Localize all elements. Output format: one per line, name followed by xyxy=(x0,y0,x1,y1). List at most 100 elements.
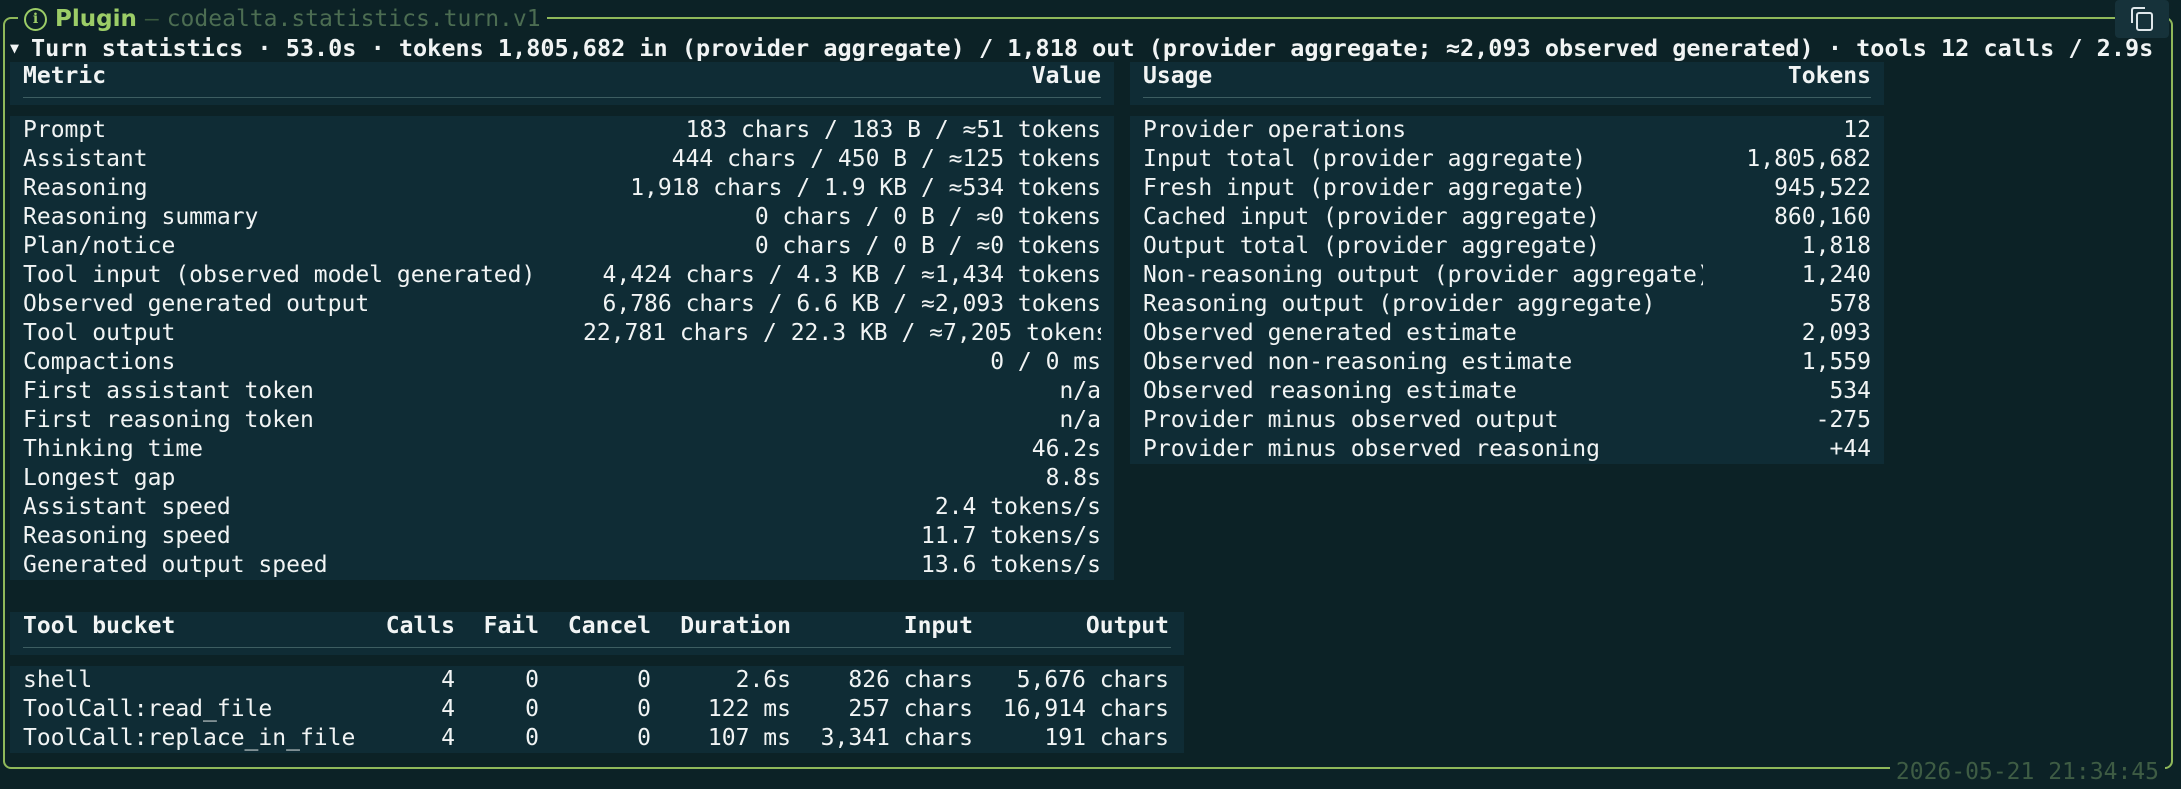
usage-name: Provider minus observed output xyxy=(1143,407,1559,433)
usage-name: Provider operations xyxy=(1143,117,1407,143)
metric-name: Reasoning speed xyxy=(23,523,231,549)
tool-bucket-name: ToolCall:replace_in_file xyxy=(23,725,356,751)
metrics-header-value: Value xyxy=(1031,63,1101,89)
tool-fail: 0 xyxy=(525,667,539,693)
tool-duration: 2.6s xyxy=(735,667,791,693)
usage-name: Non-reasoning output (provider aggregate… xyxy=(1143,262,1703,288)
table-row: Generated output speed 13.6 tokens/s xyxy=(10,551,1114,580)
usage-table: Usage Tokens Provider operations 12 Input … xyxy=(1130,62,1884,464)
table-row: ToolCall:read_file 4 0 0 122 ms 257 chars 16,9… xyxy=(10,695,1184,724)
usage-tokens: -275 xyxy=(1815,407,1871,433)
table-row: Assistant 444 chars / 450 B / ≈125 tokens xyxy=(10,145,1114,174)
plugin-label: Plugin xyxy=(55,6,137,32)
metric-name: Reasoning xyxy=(23,175,148,201)
metric-value: 22,781 chars / 22.3 KB / ≈7,205 tokens xyxy=(583,320,1101,346)
tool-output: 191 chars xyxy=(1044,725,1169,751)
turn-summary-toggle[interactable]: ▼ Turn statistics · 53.0s · tokens 1,805… xyxy=(10,33,2153,63)
tools-header-row: Tool bucket Calls Fail Cancel Duration I… xyxy=(10,612,1184,641)
metrics-header-metric: Metric xyxy=(23,63,107,89)
metric-value: 6,786 chars / 6.6 KB / ≈2,093 tokens xyxy=(602,291,1102,317)
table-row: shell 4 0 0 2.6s 826 chars 5,676 chars xyxy=(10,666,1184,695)
usage-tokens: 1,818 xyxy=(1801,233,1871,259)
metric-value: 13.6 tokens/s xyxy=(920,552,1101,578)
usage-name: Provider minus observed reasoning xyxy=(1143,436,1600,462)
table-row: Non-reasoning output (provider aggregate… xyxy=(1130,261,1884,290)
copy-icon xyxy=(2131,7,2153,31)
metric-name: Tool input (observed model generated) xyxy=(23,262,536,288)
tool-input: 257 chars xyxy=(848,696,973,722)
table-row: Tool input (observed model generated) 4,4… xyxy=(10,261,1114,290)
tools-header-output: Output xyxy=(1085,613,1169,639)
tool-bucket-table: Tool bucket Calls Fail Cancel Duration I… xyxy=(10,612,1184,753)
table-row: Reasoning speed 11.7 tokens/s xyxy=(10,522,1114,551)
metrics-body: Prompt 183 chars / 183 B / ≈51 tokens Assi… xyxy=(10,116,1114,580)
tools-header-bucket: Tool bucket xyxy=(23,613,176,639)
metric-value: n/a xyxy=(1059,378,1101,404)
metric-name: First assistant token xyxy=(23,378,314,404)
usage-body: Provider operations 12 Input total (provid… xyxy=(1130,116,1884,464)
table-row: Assistant speed 2.4 tokens/s xyxy=(10,493,1114,522)
usage-tokens: 534 xyxy=(1829,378,1871,404)
usage-tokens: +44 xyxy=(1829,436,1871,462)
tool-fail: 0 xyxy=(525,725,539,751)
metric-name: Tool output xyxy=(23,320,176,346)
usage-tokens: 2,093 xyxy=(1801,320,1871,346)
table-row: Cached input (provider aggregate) 860,160 xyxy=(1130,203,1884,232)
metric-value: 444 chars / 450 B / ≈125 tokens xyxy=(671,146,1101,172)
tools-header-calls: Calls xyxy=(385,613,455,639)
metric-value: 0 / 0 ms xyxy=(990,349,1101,375)
tool-cancel: 0 xyxy=(637,725,651,751)
metric-name: Assistant xyxy=(23,146,148,172)
usage-name: Output total (provider aggregate) xyxy=(1143,233,1600,259)
table-row: Provider minus observed reasoning +44 xyxy=(1130,435,1884,464)
metric-value: 4,424 chars / 4.3 KB / ≈1,434 tokens xyxy=(602,262,1102,288)
table-row: Longest gap 8.8s xyxy=(10,464,1114,493)
usage-name: Observed reasoning estimate xyxy=(1143,378,1517,404)
table-row: Reasoning summary 0 chars / 0 B / ≈0 toke… xyxy=(10,203,1114,232)
tool-output: 5,676 chars xyxy=(1016,667,1169,693)
tool-fail: 0 xyxy=(525,696,539,722)
metric-value: 0 chars / 0 B / ≈0 tokens xyxy=(754,233,1101,259)
tool-duration: 122 ms xyxy=(707,696,791,722)
metric-name: First reasoning token xyxy=(23,407,314,433)
metric-name: Thinking time xyxy=(23,436,204,462)
usage-header-tokens: Tokens xyxy=(1787,63,1871,89)
metric-name: Prompt xyxy=(23,117,107,143)
plugin-separator: — xyxy=(144,6,159,32)
usage-tokens: 12 xyxy=(1843,117,1871,143)
timestamp: 2026-05-21 21:34:45 xyxy=(1889,758,2165,786)
usage-tokens: 578 xyxy=(1829,291,1871,317)
usage-name: Observed non-reasoning estimate xyxy=(1143,349,1573,375)
plugin-id: codealta.statistics.turn.v1 xyxy=(166,6,541,32)
usage-name: Observed generated estimate xyxy=(1143,320,1517,346)
metric-value: 2.4 tokens/s xyxy=(934,494,1101,520)
turn-summary-text: Turn statistics · 53.0s · tokens 1,805,6… xyxy=(31,34,2154,62)
tools-body: shell 4 0 0 2.6s 826 chars 5,676 chars ToolCall… xyxy=(10,666,1184,753)
table-row: Tool output 22,781 chars / 22.3 KB / ≈7,2… xyxy=(10,319,1114,348)
tool-cancel: 0 xyxy=(637,667,651,693)
metric-name: Generated output speed xyxy=(23,552,328,578)
usage-name: Reasoning output (provider aggregate) xyxy=(1143,291,1656,317)
metric-value: 11.7 tokens/s xyxy=(920,523,1101,549)
table-row: Fresh input (provider aggregate) 945,522 xyxy=(1130,174,1884,203)
usage-name: Input total (provider aggregate) xyxy=(1143,146,1587,172)
metric-name: Assistant speed xyxy=(23,494,231,520)
metric-name: Compactions xyxy=(23,349,176,375)
tools-header-divider xyxy=(10,641,1184,655)
usage-header-usage: Usage xyxy=(1143,63,1213,89)
metrics-header-row: Metric Value xyxy=(10,62,1114,91)
table-row: Thinking time 46.2s xyxy=(10,435,1114,464)
table-row: Compactions 0 / 0 ms xyxy=(10,348,1114,377)
tool-bucket-name: shell xyxy=(23,667,93,693)
table-row: Reasoning output (provider aggregate) 578 xyxy=(1130,290,1884,319)
table-row: Input total (provider aggregate) 1,805,68… xyxy=(1130,145,1884,174)
metric-value: n/a xyxy=(1059,407,1101,433)
table-row: Observed generated output 6,786 chars / 6… xyxy=(10,290,1114,319)
tool-output: 16,914 chars xyxy=(1002,696,1169,722)
usage-name: Cached input (provider aggregate) xyxy=(1143,204,1600,230)
table-row: Provider minus observed output -275 xyxy=(1130,406,1884,435)
table-row: Provider operations 12 xyxy=(1130,116,1884,145)
tool-duration: 107 ms xyxy=(707,725,791,751)
plugin-header: i Plugin — codealta.statistics.turn.v1 xyxy=(18,4,547,34)
tools-header-cancel: Cancel xyxy=(567,613,651,639)
